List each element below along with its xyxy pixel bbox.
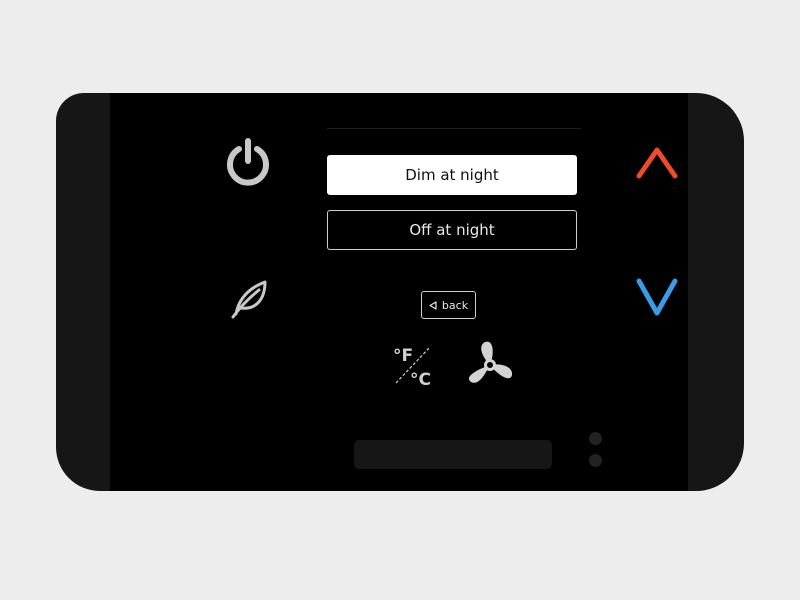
thermostat-screen: Dim at night Off at night back °F °C bbox=[110, 93, 688, 491]
leaf-icon bbox=[231, 280, 267, 319]
temperature-units-button[interactable]: °F °C bbox=[390, 341, 438, 389]
celsius-label: °C bbox=[410, 370, 431, 389]
dim-at-night-option[interactable]: Dim at night bbox=[327, 155, 577, 195]
fan-button[interactable] bbox=[462, 337, 518, 393]
back-button[interactable]: back bbox=[421, 291, 476, 319]
divider bbox=[327, 128, 581, 129]
back-arrow-icon bbox=[429, 300, 437, 310]
thermostat-device: Dim at night Off at night back °F °C bbox=[56, 93, 744, 491]
off-at-night-label: Off at night bbox=[409, 221, 495, 239]
temperature-up-button[interactable] bbox=[632, 141, 682, 183]
display-bar bbox=[354, 440, 552, 469]
fahrenheit-label: °F bbox=[393, 346, 413, 366]
off-at-night-option[interactable]: Off at night bbox=[327, 210, 577, 250]
indicator-dot bbox=[589, 454, 602, 467]
dim-at-night-label: Dim at night bbox=[405, 166, 499, 184]
arrow-up-icon bbox=[636, 147, 678, 179]
eco-button[interactable] bbox=[226, 275, 272, 321]
arrow-down-icon bbox=[636, 278, 678, 316]
indicator-dot bbox=[589, 432, 602, 445]
power-icon bbox=[227, 138, 269, 186]
fan-icon bbox=[468, 341, 513, 383]
back-label: back bbox=[441, 298, 469, 312]
temperature-units-icon: °F °C bbox=[393, 346, 431, 389]
power-button[interactable] bbox=[220, 135, 276, 191]
temperature-down-button[interactable] bbox=[632, 275, 682, 319]
